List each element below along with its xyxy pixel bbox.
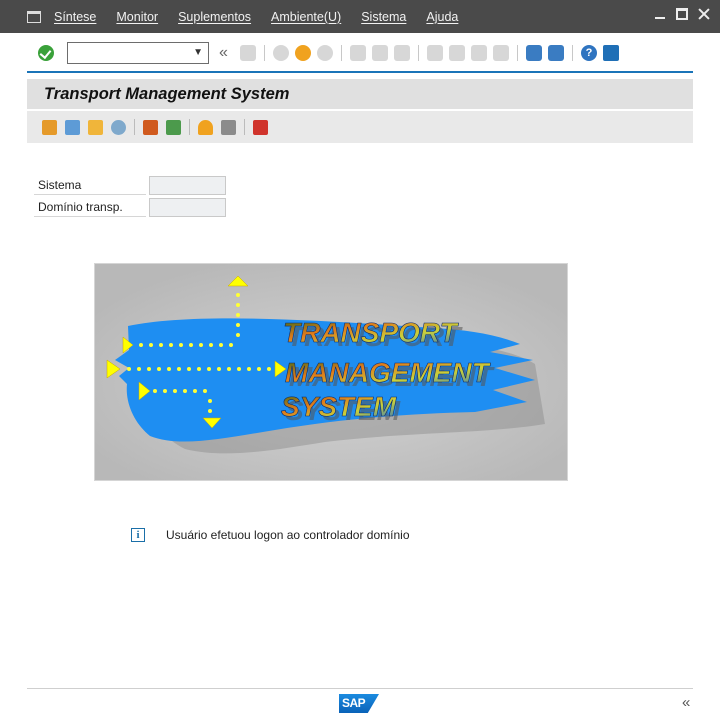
- toolbar-separator: [264, 44, 265, 61]
- next-page-icon[interactable]: [471, 44, 487, 61]
- menu-monitor[interactable]: Monitor: [116, 10, 158, 24]
- toolbar-separator: [572, 44, 573, 61]
- dominio-transp-label: Domínio transp.: [34, 198, 146, 217]
- chevron-down-icon[interactable]: ▼: [193, 47, 203, 58]
- customize-layout-icon[interactable]: [603, 44, 619, 61]
- cancel-icon[interactable]: [317, 44, 333, 61]
- exit-icon[interactable]: [295, 44, 311, 61]
- app-toolbar-separator: [134, 119, 135, 135]
- application-toolbar: [27, 111, 693, 143]
- first-page-icon[interactable]: [427, 44, 443, 61]
- maximize-icon[interactable]: [676, 8, 688, 20]
- menu-ajuda[interactable]: Ajuda: [426, 10, 458, 24]
- command-input[interactable]: [68, 42, 188, 63]
- help-book-icon[interactable]: [253, 119, 268, 135]
- toolbar-icons: ?: [237, 44, 622, 61]
- command-field[interactable]: ▼: [67, 41, 209, 64]
- import-queue-icon[interactable]: [88, 119, 103, 135]
- alert-icon[interactable]: [198, 119, 213, 135]
- collapse-toolbar-icon[interactable]: «: [219, 44, 231, 62]
- tms-logo-graphic: TRANSPORT MANAGEMENT SYSTEM TRANSPORT MA…: [95, 264, 567, 480]
- help-icon[interactable]: ?: [581, 44, 597, 61]
- system-menu-icon[interactable]: [27, 10, 41, 23]
- menu-suplementos[interactable]: Suplementos: [178, 10, 251, 24]
- app-toolbar-separator: [244, 119, 245, 135]
- routes-icon[interactable]: [166, 119, 181, 135]
- display-icon[interactable]: [111, 119, 126, 135]
- dominio-transp-field[interactable]: [149, 197, 226, 217]
- tms-logo-image: TRANSPORT MANAGEMENT SYSTEM TRANSPORT MA…: [94, 263, 568, 481]
- system-overview-icon[interactable]: [65, 119, 80, 135]
- system-form: Sistema Domínio transp.: [34, 174, 226, 218]
- enter-icon[interactable]: [38, 44, 54, 61]
- minimize-icon[interactable]: [654, 8, 666, 20]
- save-icon[interactable]: [240, 44, 256, 61]
- window-controls: [654, 8, 710, 20]
- print-icon[interactable]: [350, 44, 366, 61]
- hierarchy-icon[interactable]: [143, 119, 158, 135]
- form-row-sistema: Sistema: [34, 174, 226, 196]
- previous-page-icon[interactable]: [449, 44, 465, 61]
- info-icon: i: [131, 528, 145, 542]
- status-message: i Usuário efetuou logon ao controlador d…: [131, 528, 410, 542]
- toolbar-separator: [418, 44, 419, 61]
- new-session-icon[interactable]: [526, 44, 542, 61]
- last-page-icon[interactable]: [493, 44, 509, 61]
- menu-bar: Síntese Monitor Suplementos Ambiente(U) …: [0, 0, 720, 33]
- page-title: Transport Management System: [44, 84, 290, 103]
- sistema-field[interactable]: [149, 175, 226, 195]
- sap-logo: SAP: [339, 694, 379, 713]
- close-icon[interactable]: [698, 8, 710, 20]
- find-icon[interactable]: [372, 44, 388, 61]
- toolbar-divider: [27, 71, 693, 73]
- logo-line1: TRANSPORT: [283, 317, 460, 348]
- transport-truck-icon[interactable]: [42, 119, 57, 135]
- logo-line2: MANAGEMENT: [285, 357, 492, 388]
- app-toolbar-separator: [189, 119, 190, 135]
- standard-toolbar: ▼ « ?: [0, 33, 720, 72]
- title-bar: Transport Management System: [27, 79, 693, 109]
- menu-sistema[interactable]: Sistema: [361, 10, 406, 24]
- footer-collapse-icon[interactable]: «: [682, 694, 690, 711]
- sistema-label: Sistema: [34, 176, 146, 195]
- logo-line3: SYSTEM: [281, 391, 397, 422]
- form-row-dominio: Domínio transp.: [34, 196, 226, 218]
- find-next-icon[interactable]: [394, 44, 410, 61]
- menu-sintese[interactable]: Síntese: [54, 10, 96, 24]
- menu-ambiente[interactable]: Ambiente(U): [271, 10, 341, 24]
- toolbar-separator: [341, 44, 342, 61]
- status-text: Usuário efetuou logon ao controlador dom…: [166, 528, 410, 542]
- footer-divider: [27, 688, 693, 689]
- back-icon[interactable]: [273, 44, 289, 61]
- settings-list-icon[interactable]: [221, 119, 236, 135]
- shortcut-icon[interactable]: [548, 44, 564, 61]
- toolbar-separator: [517, 44, 518, 61]
